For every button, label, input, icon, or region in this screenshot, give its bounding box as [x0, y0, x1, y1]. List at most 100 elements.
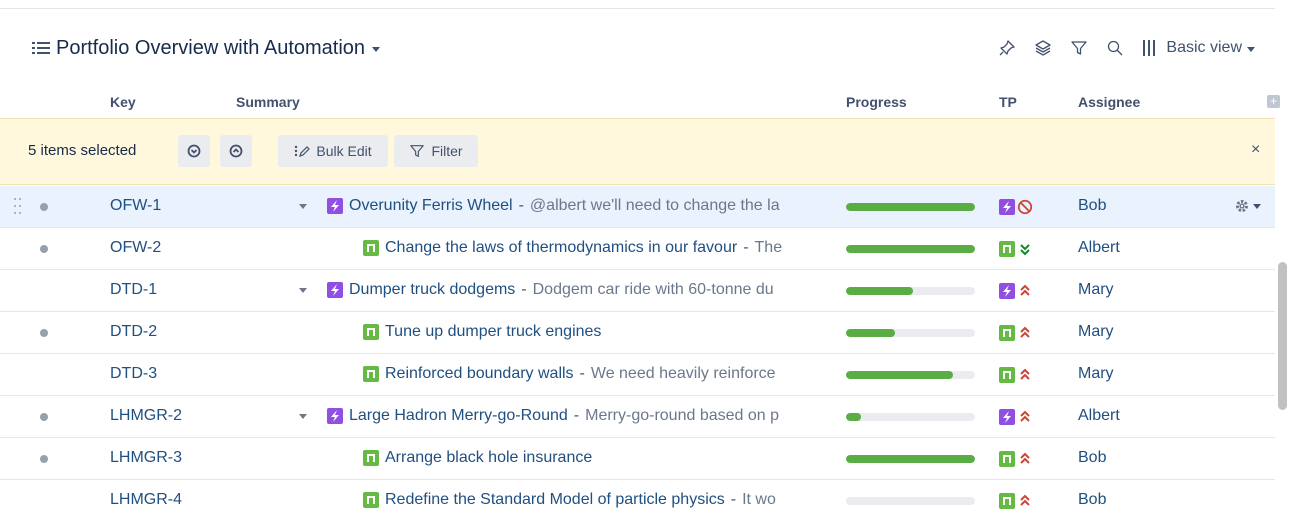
gear-icon[interactable]	[1234, 198, 1261, 214]
progress-bar	[846, 371, 975, 379]
status-dot	[40, 245, 48, 253]
summary-cell: Arrange black hole insurance	[363, 449, 838, 471]
table-row[interactable]: OFW-2 Change the laws of thermodynamics i…	[0, 228, 1275, 270]
assignee-name[interactable]: Mary	[1078, 281, 1114, 299]
column-header-assignee[interactable]: Assignee	[1078, 94, 1140, 114]
assignee-name[interactable]: Bob	[1078, 449, 1106, 467]
issue-title[interactable]: Tune up dumper truck engines	[385, 323, 601, 341]
story-icon	[363, 492, 379, 508]
issue-key[interactable]: LHMGR-3	[110, 449, 182, 467]
progress-fill	[846, 287, 914, 295]
page-title: Portfolio Overview with Automation	[56, 36, 366, 59]
priority-lowest-icon	[1017, 241, 1033, 257]
filter-icon[interactable]	[1069, 38, 1089, 58]
issue-key[interactable]: LHMGR-2	[110, 407, 182, 425]
table-row[interactable]: DTD-3 Reinforced boundary walls - We need h…	[0, 354, 1275, 396]
table-row[interactable]: LHMGR-4 Redefine the Standard Model of pa…	[0, 480, 1275, 518]
tp-cell	[999, 325, 1033, 341]
summary-cell: Redefine the Standard Model of particle …	[363, 491, 838, 513]
story-icon	[363, 324, 379, 340]
issue-key[interactable]: LHMGR-4	[110, 491, 182, 509]
tp-cell	[999, 451, 1033, 467]
story-icon	[363, 366, 379, 382]
summary-cell: Dumper truck dodgems - Dodgem car ride wit…	[327, 281, 838, 303]
story-icon	[999, 241, 1015, 257]
issue-key[interactable]: OFW-2	[110, 239, 161, 257]
assignee-name[interactable]: Bob	[1078, 197, 1106, 215]
issue-key[interactable]: OFW-1	[110, 197, 161, 215]
table-row[interactable]: DTD-2 Tune up dumper truck engines Mary	[0, 312, 1275, 354]
expand-toggle-icon[interactable]	[299, 288, 307, 293]
tp-cell	[999, 367, 1033, 383]
summary-content: Large Hadron Merry-go-Round - Merry-go-rou…	[327, 407, 779, 425]
summary-cell: Tune up dumper truck engines	[363, 323, 838, 345]
close-icon[interactable]: ×	[1251, 141, 1260, 159]
issue-key[interactable]: DTD-2	[110, 323, 157, 341]
assignee-name[interactable]: Mary	[1078, 365, 1114, 383]
priority-highest-icon	[1017, 325, 1033, 341]
top-divider	[0, 8, 1275, 9]
epic-icon	[999, 283, 1015, 299]
filter-icon	[410, 145, 425, 157]
summary-content: Change the laws of thermodynamics in our…	[363, 239, 782, 257]
issue-title[interactable]: Redefine the Standard Model of particle …	[385, 491, 725, 509]
column-header-progress[interactable]: Progress	[846, 94, 907, 114]
assignee-name[interactable]: Albert	[1078, 407, 1120, 425]
issue-key[interactable]: DTD-1	[110, 281, 157, 299]
plan-title-dropdown[interactable]: Portfolio Overview with Automation	[32, 33, 381, 63]
progress-bar	[846, 245, 975, 253]
expand-toggle-icon[interactable]	[299, 414, 307, 419]
priority-highest-icon	[1017, 451, 1033, 467]
chevron-down-icon	[1247, 46, 1255, 52]
view-selector[interactable]: Basic view	[1143, 39, 1255, 57]
progress-bar	[846, 203, 975, 211]
table-row[interactable]: OFW-1 Overunity Ferris Wheel - @albert we'l…	[0, 186, 1275, 228]
text-fade	[812, 407, 838, 429]
issue-title[interactable]: Reinforced boundary walls	[385, 365, 574, 383]
scrollbar[interactable]	[1278, 262, 1287, 410]
issue-title[interactable]: Change the laws of thermodynamics in our…	[385, 239, 737, 257]
tp-cell	[999, 283, 1033, 299]
issue-title[interactable]: Overunity Ferris Wheel	[349, 197, 513, 215]
move-down-button[interactable]	[178, 135, 210, 167]
add-column-icon[interactable]: +	[1267, 95, 1280, 108]
assignee-name[interactable]: Bob	[1078, 491, 1106, 509]
issue-key[interactable]: DTD-3	[110, 365, 157, 383]
bulk-edit-icon	[295, 145, 311, 157]
text-fade	[812, 197, 838, 219]
drag-handle-icon[interactable]	[14, 196, 24, 218]
table-row[interactable]: LHMGR-2 Large Hadron Merry-go-Round - Merry…	[0, 396, 1275, 438]
pin-icon[interactable]	[997, 38, 1017, 58]
layers-icon[interactable]	[1033, 38, 1053, 58]
issue-description: We need heavily reinforce	[590, 365, 776, 382]
assignee-name[interactable]: Mary	[1078, 323, 1114, 341]
filter-button[interactable]: Filter	[394, 135, 478, 167]
summary-content: Dumper truck dodgems - Dodgem car ride wit…	[327, 281, 774, 299]
table-row[interactable]: LHMGR-3 Arrange black hole insurance Bob	[0, 438, 1275, 480]
table-row[interactable]: DTD-1 Dumper truck dodgems - Dodgem car rid…	[0, 270, 1275, 312]
search-icon[interactable]	[1105, 38, 1125, 58]
priority-highest-icon	[1017, 493, 1033, 509]
issue-title[interactable]: Arrange black hole insurance	[385, 449, 592, 467]
issue-title[interactable]: Large Hadron Merry-go-Round	[349, 407, 568, 425]
columns-icon	[1143, 40, 1158, 56]
expand-toggle-icon[interactable]	[299, 204, 307, 209]
tp-cell	[999, 493, 1033, 509]
move-up-button[interactable]	[220, 135, 252, 167]
story-icon	[999, 493, 1015, 509]
summary-cell: Reinforced boundary walls - We need heavil…	[363, 365, 838, 387]
issue-title[interactable]: Dumper truck dodgems	[349, 281, 515, 299]
summary-content: Tune up dumper truck engines	[363, 323, 601, 341]
epic-icon	[999, 409, 1015, 425]
priority-highest-icon	[1017, 409, 1033, 425]
column-header-key[interactable]: Key	[110, 94, 136, 114]
column-header-tp[interactable]: TP	[999, 94, 1017, 114]
story-icon	[363, 240, 379, 256]
bulk-edit-button[interactable]: Bulk Edit	[278, 135, 388, 167]
summary-separator: -	[743, 239, 749, 256]
progress-bar	[846, 413, 975, 421]
chevron-down-icon	[372, 46, 381, 52]
column-header-summary[interactable]: Summary	[236, 94, 300, 114]
progress-bar	[846, 455, 975, 463]
assignee-name[interactable]: Albert	[1078, 239, 1120, 257]
